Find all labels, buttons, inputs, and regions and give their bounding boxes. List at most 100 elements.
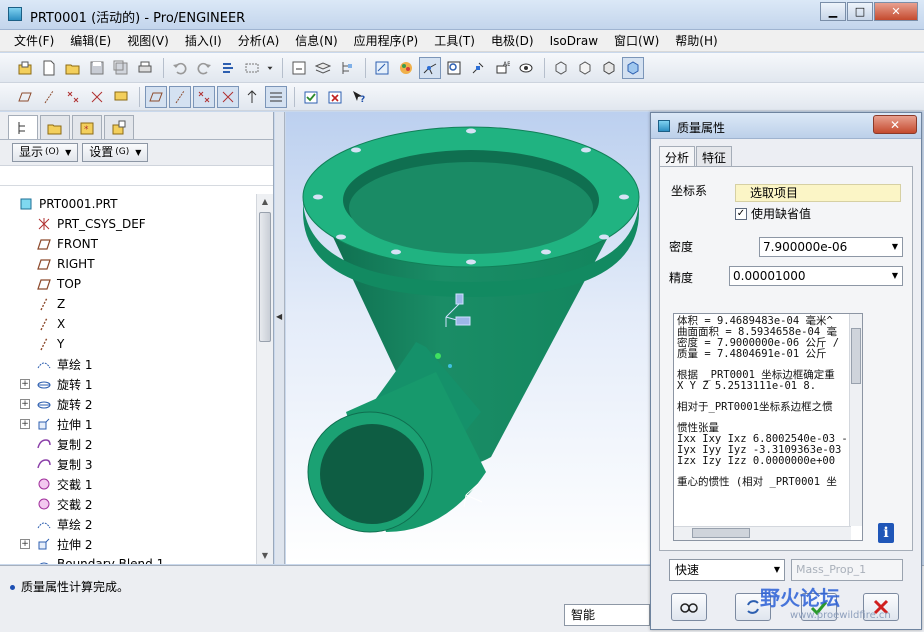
precision-combo[interactable]: 0.00001000 ▼ <box>729 266 903 286</box>
analysis-name-field[interactable]: Mass_Prop_1 <box>791 559 903 581</box>
menu-analysis[interactable]: 分析(A) <box>230 31 288 51</box>
tree-item[interactable]: 复制 3 <box>0 454 256 474</box>
checkbox-icon[interactable]: ✓ <box>735 207 747 220</box>
print-icon[interactable] <box>134 57 156 79</box>
tree-item[interactable]: 交截 2 <box>0 494 256 514</box>
collapse-arrow-icon[interactable]: ◀ <box>276 312 282 321</box>
menu-window[interactable]: 窗口(W) <box>606 31 667 51</box>
expand-toggle-icon[interactable]: + <box>20 379 30 389</box>
use-default-checkbox[interactable]: ✓ 使用缺省值 <box>735 205 811 222</box>
maximize-button[interactable]: □ <box>847 2 873 21</box>
save-icon[interactable] <box>86 57 108 79</box>
settings-dropdown[interactable]: 设置 (G) ▼ <box>82 143 149 162</box>
menu-applications[interactable]: 应用程序(P) <box>346 31 427 51</box>
point-tag-icon[interactable] <box>193 85 215 108</box>
undo-icon[interactable] <box>169 57 191 79</box>
close-button[interactable]: ✕ <box>874 2 918 21</box>
layers-icon[interactable] <box>312 57 334 79</box>
model-3d-view[interactable] <box>286 112 650 564</box>
tree-item[interactable]: PRT_CSYS_DEF <box>0 214 256 234</box>
tree-item[interactable]: Z <box>0 294 256 314</box>
tab-favorites[interactable]: * <box>72 115 102 139</box>
menu-edit[interactable]: 编辑(E) <box>62 31 119 51</box>
select-working-dir-icon[interactable] <box>14 57 36 79</box>
tab-folder-browser[interactable] <box>40 115 70 139</box>
zoom-out-icon[interactable] <box>467 57 489 79</box>
tab-feature[interactable]: 特征 <box>696 146 733 168</box>
results-horizontal-scrollbar[interactable] <box>674 526 851 540</box>
mesh-surface-icon[interactable] <box>265 85 287 108</box>
repaint-icon[interactable] <box>288 57 310 79</box>
dialog-close-button[interactable]: ✕ <box>873 115 917 134</box>
show-dropdown[interactable]: 显示 (O) ▼ <box>12 143 79 162</box>
tree-item[interactable]: + 旋转 1 <box>0 374 256 394</box>
tree-item[interactable]: Y <box>0 334 256 354</box>
menu-file[interactable]: 文件(F) <box>6 31 62 51</box>
regenerate-icon[interactable] <box>217 57 239 79</box>
csys-tag-icon[interactable] <box>217 85 239 108</box>
quick-mode-dropdown[interactable]: 快速 ▼ <box>669 559 785 581</box>
datum-point-display-icon[interactable] <box>62 86 84 108</box>
tree-item[interactable]: 交截 1 <box>0 474 256 494</box>
plane-tag-icon[interactable] <box>145 85 167 108</box>
datum-axis-display-icon[interactable] <box>38 86 60 108</box>
scroll-up-icon[interactable]: ▲ <box>257 194 273 210</box>
appearance-icon[interactable] <box>395 57 417 79</box>
select-box-icon[interactable] <box>241 57 263 79</box>
model-tree-icon[interactable] <box>336 57 358 79</box>
annotation-display-icon[interactable] <box>110 86 132 108</box>
tree-item[interactable]: 草绘 1 <box>0 354 256 374</box>
menu-insert[interactable]: 插入(I) <box>177 31 230 51</box>
tree-item[interactable]: 草绘 2 <box>0 514 256 534</box>
scroll-down-icon[interactable]: ▼ <box>257 548 273 564</box>
preview-button[interactable] <box>671 593 707 621</box>
tree-item[interactable]: + 拉伸 1 <box>0 414 256 434</box>
zoom-in-icon[interactable] <box>443 57 465 79</box>
menu-electrode[interactable]: 电极(D) <box>483 31 542 51</box>
tree-item[interactable]: + 旋转 2 <box>0 394 256 414</box>
tree-item[interactable]: 复制 2 <box>0 434 256 454</box>
saved-views-icon[interactable] <box>515 57 537 79</box>
model-tree-scrollbar[interactable]: ▲ ▼ <box>256 194 273 564</box>
menu-info[interactable]: 信息(N) <box>287 31 345 51</box>
new-file-icon[interactable] <box>38 57 60 79</box>
no-hidden-icon[interactable] <box>598 57 620 79</box>
tree-item[interactable]: X <box>0 314 256 334</box>
hidden-line-icon[interactable] <box>574 57 596 79</box>
cancel-box-icon[interactable] <box>324 86 346 108</box>
dropdown-arrow-icon[interactable] <box>265 57 275 79</box>
tree-item[interactable]: Boundary Blend 1 <box>0 554 256 564</box>
info-icon[interactable]: i <box>878 523 894 543</box>
csys-display-icon[interactable] <box>86 86 108 108</box>
results-vertical-scrollbar[interactable] <box>849 314 862 526</box>
scrollbar-thumb[interactable] <box>259 212 271 342</box>
datum-plane-display-icon[interactable] <box>14 86 36 108</box>
axis-tag-icon[interactable] <box>169 85 191 108</box>
checkmark-box-icon[interactable] <box>300 86 322 108</box>
density-combo[interactable]: 7.900000e-06 ▼ <box>759 237 903 257</box>
tree-item[interactable]: FRONT <box>0 234 256 254</box>
open-file-icon[interactable] <box>62 57 84 79</box>
menu-view[interactable]: 视图(V) <box>119 31 177 51</box>
wireframe-icon[interactable] <box>550 57 572 79</box>
menu-tools[interactable]: 工具(T) <box>426 31 483 51</box>
graphics-window[interactable] <box>286 112 650 564</box>
results-text-area[interactable]: 体积 = 9.4689483e-04 毫米^ 曲面面积 = 8.5934658e-… <box>673 313 863 541</box>
scrollbar-thumb[interactable] <box>851 328 861 384</box>
expand-toggle-icon[interactable]: + <box>20 399 30 409</box>
refit-icon[interactable]: AB <box>491 57 513 79</box>
spin-center-display-icon[interactable] <box>241 86 263 108</box>
save-copy-icon[interactable] <box>110 57 132 79</box>
tab-model-tree[interactable] <box>8 115 38 139</box>
menu-help[interactable]: 帮助(H) <box>667 31 725 51</box>
expand-toggle-icon[interactable]: + <box>20 419 30 429</box>
selection-filter[interactable]: 智能 <box>564 604 650 626</box>
redo-icon[interactable] <box>193 57 215 79</box>
scrollbar-thumb[interactable] <box>692 528 750 538</box>
panel-splitter[interactable]: ◀ <box>275 112 285 564</box>
menu-isodraw[interactable]: IsoDraw <box>542 31 606 51</box>
tree-item[interactable]: PRT0001.PRT <box>0 194 256 214</box>
tab-connections[interactable] <box>104 115 134 139</box>
expand-toggle-icon[interactable]: + <box>20 539 30 549</box>
shading-icon[interactable] <box>622 56 644 79</box>
